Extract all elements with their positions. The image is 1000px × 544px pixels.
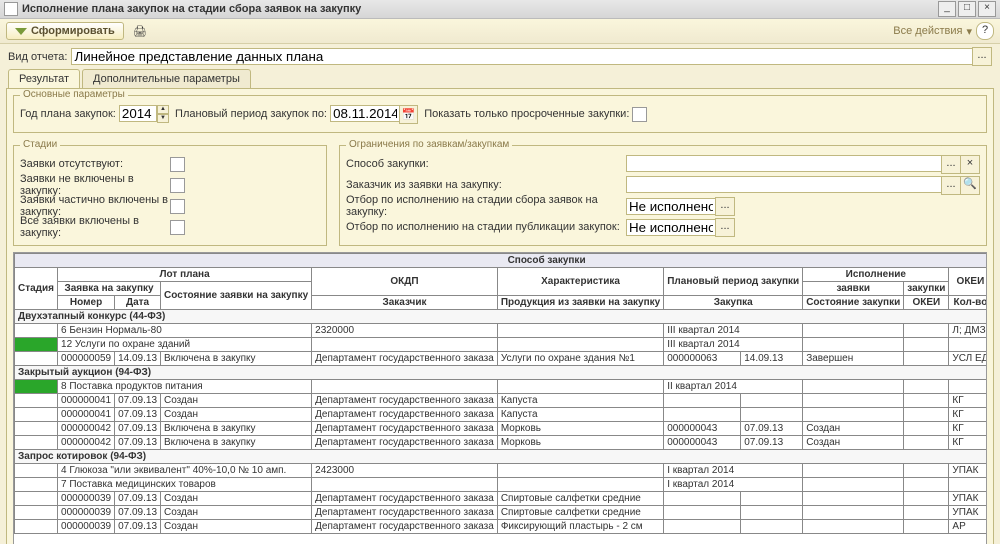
tab-extra[interactable]: Дополнительные параметры — [82, 69, 251, 88]
customer-input[interactable] — [626, 176, 942, 193]
form-button-label: Сформировать — [31, 25, 115, 37]
stage2-checkbox[interactable] — [170, 178, 185, 193]
report-type-label: Вид отчета: — [8, 51, 67, 63]
stage3-checkbox[interactable] — [170, 199, 185, 214]
all-actions-link[interactable]: Все действия — [893, 25, 962, 37]
sel2-label: Отбор по исполнению на стадии публикации… — [346, 221, 626, 233]
report-type-row: Вид отчета: ... — [0, 44, 1000, 69]
lot-row[interactable]: 6 Бензин Нормаль-80 2320000III квартал 2… — [15, 324, 988, 338]
close-button[interactable]: × — [978, 1, 996, 17]
plan-period-input[interactable] — [330, 105, 400, 122]
detail-row[interactable]: 00000003907.09.13СозданДепартамент госуд… — [15, 492, 988, 506]
detail-row[interactable]: 00000004207.09.13Включена в закупкуДепар… — [15, 422, 988, 436]
method-input[interactable] — [626, 155, 942, 172]
plan-period-label: Плановый период закупок по: — [175, 108, 327, 120]
hdr-char: Характеристика — [497, 268, 663, 296]
calendar-icon[interactable]: 📅 — [399, 105, 418, 124]
help-button[interactable]: ? — [976, 22, 994, 40]
plan-period-date[interactable]: 📅 — [330, 105, 418, 124]
hdr-zakupka: Закупка — [664, 296, 803, 310]
hdr-lot: Лот плана — [58, 268, 312, 282]
titlebar: Исполнение плана закупок на стадии сбора… — [0, 0, 1000, 19]
fieldset-main: Основные параметры Год плана закупок: ▲▼… — [13, 95, 987, 133]
hdr-okei: ОКЕИ — [949, 268, 987, 296]
maximize-button[interactable]: □ — [958, 1, 976, 17]
window-title: Исполнение плана закупок на стадии сбора… — [22, 3, 936, 15]
hdr-state: Состояние заявки на закупку — [161, 282, 312, 310]
stage1-label: Заявки отсутствуют: — [20, 158, 170, 170]
hdr-zakupki: закупки — [904, 282, 949, 296]
report-type-input[interactable] — [71, 48, 973, 65]
stage4-label: Все заявки включены в закупку: — [20, 215, 170, 239]
lot-row[interactable]: 4 Глюкоза "или эквивалент" 40%-10,0 № 10… — [15, 464, 988, 478]
minimize-button[interactable]: _ — [938, 1, 956, 17]
form-button[interactable]: Сформировать — [6, 22, 124, 40]
lot-row[interactable]: 8 Поставка продуктов питания II квартал … — [15, 380, 988, 394]
year-down[interactable]: ▼ — [157, 114, 169, 123]
tab-result[interactable]: Результат — [8, 69, 80, 88]
detail-row[interactable]: 00000004207.09.13Включена в закупкуДепар… — [15, 436, 988, 450]
year-spinner[interactable]: ▲▼ — [119, 105, 169, 123]
customer-label: Заказчик из заявки на закупку: — [346, 179, 626, 191]
hdr-sposob: Способ закупки — [15, 254, 988, 268]
sel2-dots[interactable]: ... — [715, 218, 735, 237]
stage4-checkbox[interactable] — [170, 220, 185, 235]
method-dots[interactable]: ... — [941, 155, 961, 174]
tabs: Результат Дополнительные параметры — [0, 69, 1000, 88]
hdr-exec: Исполнение — [803, 268, 949, 282]
hdr-zayavka: Заявка на закупку — [58, 282, 161, 296]
fieldset-stages: Стадии Заявки отсутствуют: Заявки не вкл… — [13, 145, 327, 246]
hdr-qty2: Кол-во — [949, 296, 987, 310]
toolbar: Сформировать 🖨 Все действия ▾ ? — [0, 19, 1000, 44]
sel2-input[interactable] — [626, 219, 716, 236]
hdr-stage: Стадия — [15, 268, 58, 310]
sel1-input[interactable] — [626, 198, 716, 215]
stage1-checkbox[interactable] — [170, 157, 185, 172]
overdue-label: Показать только просроченные закупки: — [424, 108, 629, 120]
result-grid: Способ закупки Стадия Лот плана ОКДП Хар… — [14, 253, 987, 534]
hdr-zakazchik: Заказчик — [312, 296, 498, 310]
detail-row[interactable]: 00000003907.09.13СозданДепартамент госуд… — [15, 506, 988, 520]
hdr-product: Продукция из заявки на закупку — [497, 296, 663, 310]
hdr-state2: Состояние закупки — [803, 296, 904, 310]
year-up[interactable]: ▲ — [157, 105, 169, 114]
method-label: Способ закупки: — [346, 158, 626, 170]
customer-dots[interactable]: ... — [941, 176, 961, 195]
overdue-checkbox[interactable] — [632, 107, 647, 122]
report-type-dots[interactable]: ... — [972, 47, 992, 66]
legend-limits: Ограничения по заявкам/закупкам — [346, 139, 512, 150]
hdr-okdp: ОКДП — [312, 268, 498, 296]
detail-row[interactable]: 00000005914.09.13Включена в закупку Депа… — [15, 352, 988, 366]
detail-row[interactable]: 00000003907.09.13СозданДепартамент госуд… — [15, 520, 988, 534]
year-input[interactable] — [119, 105, 157, 122]
group-row: Закрытый аукцион (94-ФЗ) — [15, 366, 988, 380]
hdr-num: Номер — [58, 296, 115, 310]
legend-stages: Стадии — [20, 139, 60, 150]
customer-search[interactable]: 🔍 — [960, 176, 980, 195]
sel1-dots[interactable]: ... — [715, 197, 735, 216]
lot-row[interactable]: 7 Поставка медицинских товаров I квартал… — [15, 478, 988, 492]
lot-row[interactable]: 12 Услуги по охране зданий III квартал 2… — [15, 338, 988, 352]
method-clear[interactable]: × — [960, 155, 980, 174]
hdr-zayavki: заявки — [803, 282, 904, 296]
detail-row[interactable]: 00000004107.09.13СозданДепартамент госуд… — [15, 394, 988, 408]
legend-main: Основные параметры — [20, 89, 128, 100]
printer-icon[interactable]: 🖨 — [132, 23, 148, 39]
app-icon — [4, 2, 18, 16]
sel1-label: Отбор по исполнению на стадии сбора заяв… — [346, 194, 626, 218]
all-actions-dropdown[interactable]: ▾ — [966, 25, 972, 38]
fieldset-limits: Ограничения по заявкам/закупкам Способ з… — [339, 145, 987, 246]
hdr-okei2: ОКЕИ — [904, 296, 949, 310]
hdr-planper: Плановый период закупки — [664, 268, 803, 296]
detail-row[interactable]: 00000004107.09.13СозданДепартамент госуд… — [15, 408, 988, 422]
grid-wrap[interactable]: Способ закупки Стадия Лот плана ОКДП Хар… — [13, 252, 987, 544]
group-row: Двухэтапный конкурс (44-ФЗ) — [15, 310, 988, 324]
group-row: Запрос котировок (94-ФЗ) — [15, 450, 988, 464]
play-icon — [15, 28, 27, 35]
hdr-date: Дата — [115, 296, 161, 310]
year-label: Год плана закупок: — [20, 108, 116, 120]
panel: Основные параметры Год плана закупок: ▲▼… — [6, 88, 994, 544]
